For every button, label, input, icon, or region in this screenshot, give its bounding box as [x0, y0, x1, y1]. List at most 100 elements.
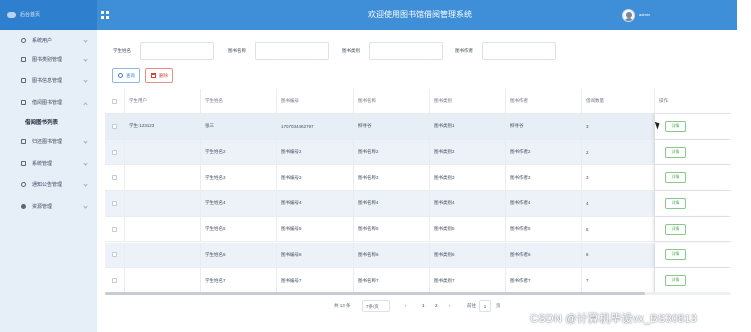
- detail-button[interactable]: 详情: [665, 275, 686, 287]
- cell-book-code: 图书编号3: [277, 165, 354, 191]
- pager-page-unit: 页: [496, 303, 501, 308]
- cell-actions: 详情: [655, 191, 731, 216]
- horizontal-scrollbar[interactable]: [105, 292, 645, 295]
- cell-book-code: 图书编号2: [277, 139, 354, 165]
- user-avatar-icon[interactable]: [622, 9, 635, 22]
- cell-student-name: 学生姓名7: [201, 268, 277, 293]
- table-row[interactable]: 学生姓名5 图书编号5 图书名称5 图书类别5 图书作者5 5 详情: [105, 216, 731, 243]
- sidebar-item-label: 图书类别管理: [32, 57, 63, 63]
- pin-icon: [21, 204, 26, 209]
- cell-book-category: 图书类别6: [430, 242, 506, 268]
- sidebar-item-return[interactable]: 归还图书管理: [0, 131, 97, 153]
- pager-goto-input[interactable]: 1: [479, 300, 491, 312]
- cell-student-user: [125, 165, 201, 191]
- cell-actions: 详情: [655, 242, 731, 268]
- sidebar-item-label: 归还图书管理: [32, 139, 63, 145]
- cell-book-code: 图书编号7: [277, 268, 354, 293]
- row-checkbox[interactable]: [112, 252, 117, 258]
- col-student-user: 学生用户: [125, 89, 201, 113]
- detail-button[interactable]: 详情: [665, 172, 686, 184]
- row-checkbox[interactable]: [112, 149, 117, 155]
- pager-goto-label: 前往: [467, 303, 476, 308]
- sidebar-subitem-borrow-list[interactable]: 借阅图书列表: [0, 113, 97, 133]
- cell-book-name: 柳寻谷: [354, 114, 430, 139]
- cell-student-user: [125, 242, 201, 268]
- book-author-label: 图书作者: [455, 48, 473, 53]
- table-row[interactable]: 学生:123123 张三 1707034462797 柳寻谷 图书类别1 柳寻谷 3 详情: [105, 114, 731, 140]
- cell-borrow-qty: 6: [582, 242, 655, 268]
- row-select-cell: [105, 114, 125, 139]
- col-borrow-qty: 借阅数量: [582, 89, 655, 113]
- cell-actions: 详情: [655, 114, 731, 139]
- username[interactable]: admin: [639, 0, 650, 30]
- col-book-author: 图书作者: [506, 89, 582, 113]
- select-all-cell: [105, 89, 125, 113]
- table-header: 学生用户 学生姓名 图书编号 图书名称 图书类别 图书作者 借阅数量 操作: [105, 89, 731, 114]
- detail-button[interactable]: 详情: [665, 146, 686, 158]
- select-all-checkbox[interactable]: [112, 98, 117, 104]
- sidebar-item-label: 资源管理: [32, 204, 53, 210]
- cell-book-name: 图书名称3: [354, 165, 430, 191]
- sidebar: 系统用户 图书类别管理 图书信息管理 借阅图书管理 借阅图书列表 归还图书管理 …: [0, 30, 97, 332]
- row-checkbox[interactable]: [112, 200, 117, 206]
- search-button[interactable]: 查询: [112, 68, 140, 83]
- cell-student-user: [125, 139, 201, 165]
- sidebar-item-notice[interactable]: 通知公告管理: [0, 174, 97, 196]
- sidebar-item-book-category[interactable]: 图书类别管理: [0, 49, 97, 71]
- sidebar-item-system-manage[interactable]: 系统管理: [0, 153, 97, 175]
- brand-home[interactable]: 后台首页: [0, 0, 97, 30]
- row-checkbox[interactable]: [112, 226, 117, 232]
- edit-icon: [21, 139, 26, 144]
- sidebar-item-book-info[interactable]: 图书信息管理: [0, 70, 97, 92]
- cell-book-author: 图书作者2: [506, 139, 582, 165]
- row-checkbox[interactable]: [112, 123, 117, 129]
- table-row[interactable]: 学生姓名7 图书编号7 图书名称7 图书类别7 图书作者7 7 详情: [105, 268, 731, 294]
- brand-label: 后台首页: [20, 12, 41, 18]
- cell-book-category: 图书类别5: [430, 216, 506, 242]
- pager-size-select[interactable]: 7条/页: [362, 300, 390, 312]
- search-bar: 学生姓名 图书名称 图书类别 图书作者: [97, 42, 737, 62]
- cell-actions: 详情: [655, 216, 731, 242]
- image-icon: [21, 161, 26, 166]
- row-select-cell: [105, 216, 125, 242]
- cell-student-name: 学生姓名6: [201, 242, 277, 268]
- chevron-down-icon: [83, 204, 88, 209]
- pager-next-button[interactable]: ›: [449, 300, 451, 312]
- student-name-input[interactable]: [140, 42, 214, 60]
- book-author-input[interactable]: [482, 42, 556, 60]
- grid-menu-icon[interactable]: [101, 11, 109, 19]
- cell-book-author: 图书作者7: [506, 268, 582, 293]
- pager-page-1[interactable]: 1: [422, 300, 425, 312]
- table-row[interactable]: 学生姓名4 图书编号4 图书名称4 图书类别4 图书作者4 4 详情: [105, 191, 731, 217]
- cell-student-user: [125, 191, 201, 216]
- detail-button[interactable]: 详情: [665, 197, 686, 209]
- row-checkbox[interactable]: [112, 278, 117, 284]
- window-edge: [737, 0, 751, 332]
- pager-prev-button[interactable]: ‹: [405, 300, 407, 312]
- cell-student-name: 学生姓名3: [201, 165, 277, 191]
- detail-button[interactable]: 详情: [665, 120, 686, 132]
- book-name-input[interactable]: [255, 42, 329, 60]
- row-select-cell: [105, 139, 125, 165]
- cell-borrow-qty: 3: [582, 165, 655, 191]
- table-row[interactable]: 学生姓名3 图书编号3 图书名称3 图书类别3 图书作者3 3 详情: [105, 165, 731, 192]
- sidebar-item-label: 图书信息管理: [32, 78, 63, 84]
- search-icon: [118, 73, 123, 78]
- cell-student-name: 张三: [201, 114, 277, 139]
- sidebar-item-resource[interactable]: 资源管理: [0, 196, 97, 218]
- row-checkbox[interactable]: [112, 175, 117, 181]
- delete-button[interactable]: 删除: [145, 68, 173, 83]
- table-row[interactable]: 学生姓名6 图书编号6 图书名称6 图书类别6 图书作者6 6 详情: [105, 242, 731, 269]
- cell-book-code: 图书编号4: [277, 191, 354, 216]
- cell-book-name: 图书名称6: [354, 242, 430, 268]
- detail-button[interactable]: 详情: [665, 249, 686, 261]
- cell-book-author: 图书作者5: [506, 216, 582, 242]
- cell-student-name: 学生姓名2: [201, 139, 277, 165]
- sidebar-item-borrow[interactable]: 借阅图书管理: [0, 92, 97, 114]
- row-select-cell: [105, 191, 125, 216]
- cell-student-user: 学生:123123: [125, 114, 201, 139]
- pager-page-2[interactable]: 2: [435, 300, 438, 312]
- book-category-input[interactable]: [369, 42, 443, 60]
- detail-button[interactable]: 详情: [665, 223, 686, 235]
- table-row[interactable]: 学生姓名2 图书编号2 图书名称2 图书类别2 图书作者2 2 详情: [105, 139, 731, 166]
